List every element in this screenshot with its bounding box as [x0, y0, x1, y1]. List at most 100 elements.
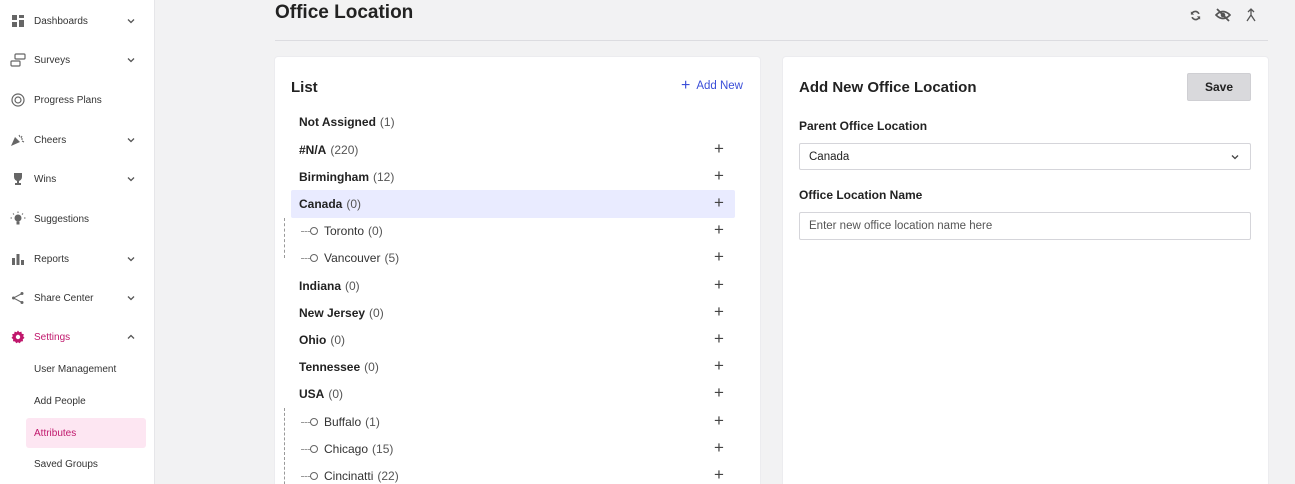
- location-name: Toronto: [324, 224, 365, 238]
- chevron-down-icon: [127, 58, 135, 63]
- add-new-label: Add New: [696, 80, 743, 92]
- sidebar-item-wins[interactable]: Wins: [0, 164, 155, 194]
- chevron-down-icon: [127, 138, 135, 143]
- chevron-down-icon: [1231, 155, 1239, 160]
- add-child-button[interactable]: +: [711, 384, 727, 401]
- location-count: (0): [345, 279, 360, 293]
- parent-location-label: Parent Office Location: [799, 119, 928, 133]
- save-button[interactable]: Save: [1187, 73, 1251, 101]
- collapse-icon[interactable]: [1243, 7, 1259, 23]
- list-item[interactable]: Ohio (0) +: [291, 326, 735, 354]
- location-name: Indiana: [299, 279, 342, 293]
- sidebar-item-label: Suggestions: [34, 213, 90, 225]
- list-item[interactable]: USA (0) +: [291, 380, 735, 408]
- sidebar-item-label: Surveys: [34, 54, 71, 66]
- location-name: USA: [299, 387, 325, 401]
- list-item[interactable]: Toronto (0) +: [291, 217, 735, 245]
- header-divider: [275, 40, 1268, 41]
- location-count: (220): [330, 143, 359, 157]
- sidebar-item-surveys[interactable]: Surveys: [0, 45, 155, 75]
- location-name: Cincinatti: [324, 469, 374, 483]
- sidebar-subitem-user-management[interactable]: User Management: [26, 354, 146, 384]
- list-item[interactable]: Indiana (0) +: [291, 272, 735, 300]
- list-item[interactable]: Chicago (15) +: [291, 435, 735, 463]
- location-count: (0): [364, 360, 379, 374]
- eye-off-icon[interactable]: [1215, 7, 1231, 23]
- location-name: Tennessee: [299, 360, 361, 374]
- page-title: Office Location: [275, 2, 414, 23]
- add-child-button[interactable]: +: [711, 330, 727, 347]
- chevron-down-icon: [127, 257, 135, 262]
- location-count: (5): [384, 251, 400, 265]
- sidebar: Dashboards Surveys Progress Plans Cheers…: [0, 0, 155, 484]
- add-child-button[interactable]: +: [711, 439, 727, 456]
- location-count: (0): [330, 333, 345, 347]
- location-name: New Jersey: [299, 306, 366, 320]
- add-child-button[interactable]: +: [711, 412, 727, 429]
- list-item[interactable]: Cincinatti (22) +: [291, 462, 735, 484]
- add-child-button[interactable]: +: [711, 357, 727, 374]
- sidebar-item-cheers[interactable]: Cheers: [0, 125, 155, 155]
- list-item[interactable]: #N/A (220) +: [291, 136, 735, 164]
- location-name: Canada: [299, 197, 343, 211]
- refresh-icon[interactable]: [1187, 7, 1203, 23]
- lightbulb-icon: [10, 211, 26, 227]
- sidebar-item-suggestions[interactable]: Suggestions: [0, 204, 155, 234]
- target-icon: [10, 92, 26, 108]
- add-child-button[interactable]: +: [711, 167, 727, 184]
- add-child-button[interactable]: +: [711, 194, 727, 211]
- list-item[interactable]: Vancouver (5) +: [291, 244, 735, 272]
- sidebar-item-label: Cheers: [34, 134, 67, 146]
- list-item[interactable]: Buffalo (1) +: [291, 408, 735, 436]
- plus-icon: +: [680, 77, 691, 94]
- sidebar-subitem-saved-groups[interactable]: Saved Groups: [26, 449, 146, 479]
- add-child-button[interactable]: +: [711, 248, 727, 265]
- list-item-selected[interactable]: Canada (0) +: [291, 190, 735, 218]
- location-count: (0): [369, 306, 384, 320]
- bar-chart-icon: [10, 251, 26, 267]
- tree-node-icon: [310, 227, 318, 235]
- chevron-down-icon: [127, 296, 135, 301]
- location-count: (12): [373, 170, 395, 184]
- parent-location-value: Canada: [809, 150, 850, 163]
- header-actions: [1187, 7, 1259, 23]
- sidebar-item-progress-plans[interactable]: Progress Plans: [0, 85, 155, 115]
- sidebar-item-settings[interactable]: Settings: [0, 322, 155, 352]
- tree-node-icon: [310, 418, 318, 426]
- sidebar-item-label: Dashboards: [34, 15, 88, 27]
- trophy-icon: [10, 171, 26, 187]
- location-count: (0): [328, 387, 344, 401]
- location-name-input[interactable]: [799, 212, 1251, 240]
- sidebar-item-label: Progress Plans: [34, 94, 102, 106]
- list-card: List + Add New Not Assigned (1) #N/A (220)…: [275, 57, 760, 484]
- location-count: (15): [372, 442, 394, 456]
- location-name: Ohio: [299, 333, 327, 347]
- sidebar-item-dashboards[interactable]: Dashboards: [0, 6, 155, 36]
- add-child-button[interactable]: +: [711, 466, 727, 483]
- location-name: Not Assigned: [299, 115, 376, 129]
- sidebar-item-label: Share Center: [34, 292, 94, 304]
- add-child-button[interactable]: +: [711, 140, 727, 157]
- location-name: Chicago: [324, 442, 369, 456]
- list-item[interactable]: Not Assigned (1): [291, 108, 735, 136]
- location-count: (0): [368, 224, 383, 238]
- list-item[interactable]: Tennessee (0) +: [291, 353, 735, 381]
- sidebar-subitem-attributes[interactable]: Attributes: [26, 418, 146, 448]
- survey-icon: [10, 52, 26, 68]
- sidebar-subitem-add-people[interactable]: Add People: [26, 386, 146, 416]
- sidebar-item-reports[interactable]: Reports: [0, 244, 155, 274]
- tree-node-icon: [310, 445, 318, 453]
- parent-location-select[interactable]: Canada: [799, 143, 1251, 170]
- location-name-label: Office Location Name: [799, 188, 923, 202]
- add-child-button[interactable]: +: [711, 221, 727, 238]
- add-new-button[interactable]: + Add New: [681, 78, 743, 94]
- location-name: Vancouver: [324, 251, 381, 265]
- sidebar-item-share-center[interactable]: Share Center: [0, 283, 155, 313]
- add-child-button[interactable]: +: [711, 276, 727, 293]
- list-item[interactable]: Birmingham (12) +: [291, 163, 735, 191]
- location-name: Buffalo: [324, 415, 362, 429]
- list-item[interactable]: New Jersey (0) +: [291, 299, 735, 327]
- add-child-button[interactable]: +: [711, 303, 727, 320]
- location-name: #N/A: [299, 143, 327, 157]
- form-card: Add New Office Location Save Parent Offi…: [783, 57, 1268, 484]
